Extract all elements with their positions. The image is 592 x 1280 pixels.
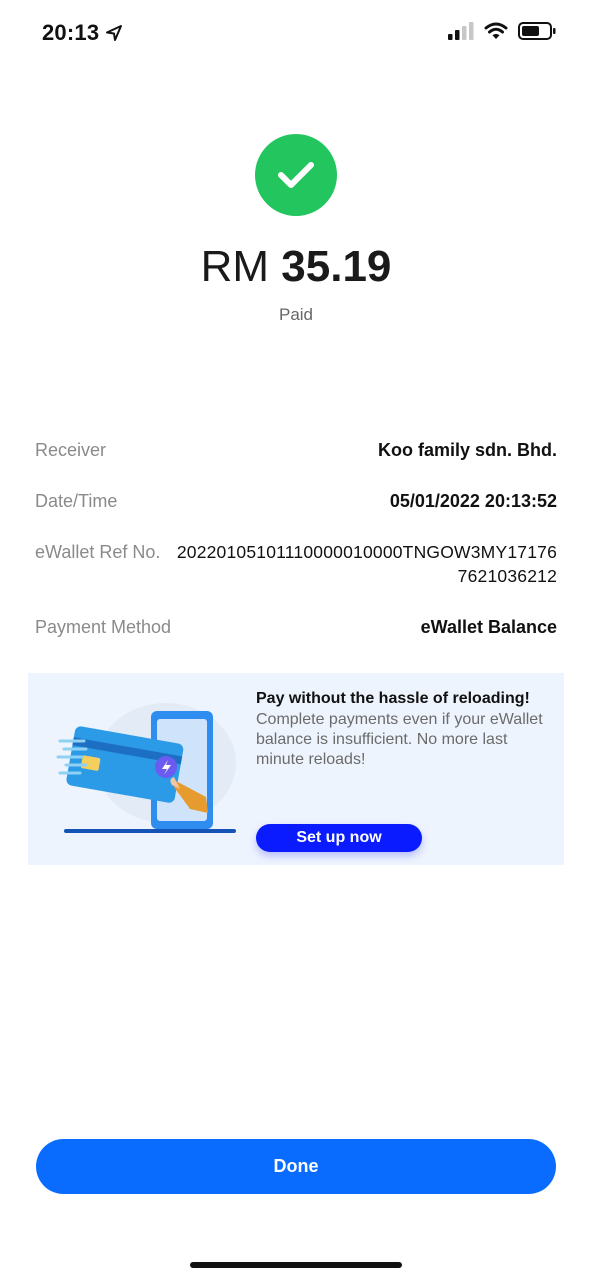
payment-method-value: eWallet Balance: [420, 617, 557, 637]
payment-amount: RM 35.19: [0, 240, 592, 294]
receiver-value: Koo family sdn. Bhd.: [377, 440, 557, 460]
detail-label: Payment Method: [35, 617, 172, 637]
success-badge: [255, 134, 337, 216]
detail-row-payment-method: Payment Method eWallet Balance: [35, 615, 557, 639]
card-reload-illustration: [56, 703, 236, 833]
home-indicator: [190, 1262, 402, 1268]
promo-banner: Pay without the hassle of reloading! Com…: [28, 673, 564, 865]
detail-row-datetime: Date/Time 05/01/2022 20:13:52: [35, 489, 557, 513]
detail-label: eWallet Ref No.: [35, 542, 161, 562]
detail-label: Date/Time: [35, 491, 118, 511]
amount-value: 35.19: [281, 242, 392, 291]
transaction-details: Receiver Koo family sdn. Bhd. Date/Time …: [35, 438, 557, 666]
wifi-icon: [484, 22, 508, 39]
check-icon: [278, 162, 314, 188]
detail-row-receiver: Receiver Koo family sdn. Bhd.: [35, 438, 557, 462]
clock-text: 20:13: [42, 20, 100, 45]
cellular-signal-icon: [448, 22, 474, 40]
set-up-now-button[interactable]: Set up now: [256, 824, 422, 852]
detail-label: Receiver: [35, 440, 107, 460]
promo-description: Complete payments even if your eWallet b…: [256, 711, 543, 768]
status-bar: 20:13: [0, 0, 592, 66]
detail-row-ref: eWallet Ref No. 20220105101110000010000T…: [35, 540, 557, 588]
payment-status: Paid: [278, 305, 314, 324]
datetime-value: 05/01/2022 20:13:52: [389, 491, 557, 511]
battery-icon: [518, 22, 556, 40]
promo-title: Pay without the hassle of reloading!: [256, 690, 530, 707]
currency-label: RM: [200, 242, 270, 291]
ref-number-value: 20220105101110000010000TNGOW3MY171767621…: [176, 542, 557, 586]
location-arrow-icon: [106, 25, 123, 41]
status-icons: [448, 22, 556, 40]
done-button[interactable]: Done: [36, 1139, 556, 1194]
status-time: 20:13: [42, 20, 123, 46]
